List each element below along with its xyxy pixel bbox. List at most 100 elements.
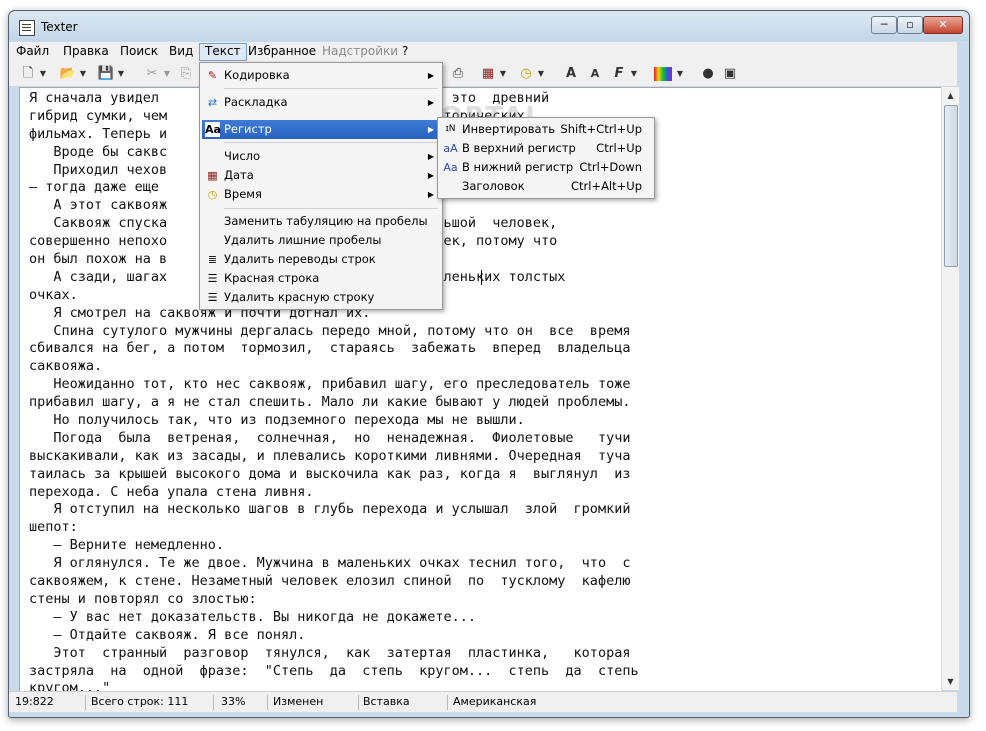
menu-item-number[interactable]: Число ▶ [202, 147, 440, 166]
menu-separator [224, 142, 438, 143]
menu-item-layout[interactable]: ⇄ Раскладка ▶ [202, 93, 440, 112]
chevron-down-icon[interactable]: ▼ [499, 65, 507, 83]
menu-item-label: Кодировка [224, 68, 290, 82]
close-button[interactable]: ✕ [923, 16, 963, 34]
menu-item-date[interactable]: ▦ Дата ▶ [202, 166, 440, 185]
layout-icon: ⇄ [207, 96, 218, 109]
window-icon[interactable]: ▣ [721, 65, 739, 83]
chevron-down-icon[interactable]: ▼ [39, 65, 47, 83]
chevron-right-icon: ▶ [427, 190, 434, 199]
menu-item-title-case[interactable]: Заголовок Ctrl+Alt+Up [440, 177, 652, 196]
chevron-down-icon[interactable]: ▼ [676, 65, 684, 83]
text-cursor [481, 270, 482, 285]
menu-help[interactable]: ? [397, 44, 413, 60]
menu-file[interactable]: Файл [11, 44, 54, 60]
save-icon[interactable]: 💾 [97, 65, 115, 83]
menu-item-label: Красная строка [224, 271, 320, 285]
status-modified: Изменен [269, 695, 359, 710]
minimize-button[interactable]: ─ [871, 16, 897, 34]
case-submenu: ɪN Инвертировать Shift+Ctrl+Up aA В верх… [437, 117, 655, 199]
menu-item-shortcut: Ctrl+Down [579, 160, 642, 174]
text-line[interactable]: – Отдайте саквояж. Я все понял. [29, 627, 639, 645]
menu-search[interactable]: Поиск [115, 44, 163, 60]
menu-item-lowercase[interactable]: Aa В нижний регистр Ctrl+Down [440, 158, 652, 177]
menu-bar: Файл Правка Поиск Вид Текст Избранное На… [9, 42, 957, 62]
vertical-scrollbar[interactable]: ▲ ▼ [941, 87, 959, 690]
text-line[interactable]: саквояжа. [29, 358, 639, 376]
text-line[interactable]: Я оглянулся. Те же двое. Мужчина в мален… [29, 555, 639, 573]
text-line[interactable]: стены и повторял со злостью: [29, 591, 639, 609]
menu-item-uppercase[interactable]: aA В верхний регистр Ctrl+Up [440, 139, 652, 158]
menu-item-label: Удалить лишние пробелы [224, 233, 382, 247]
status-insert-mode: Вставка [359, 695, 448, 710]
record-icon[interactable]: ● [699, 65, 717, 83]
text-line[interactable]: сбивался на бег, а потом тормозил, стара… [29, 340, 639, 358]
calendar-icon: ▦ [207, 169, 218, 182]
font-icon[interactable]: F [610, 65, 628, 83]
menu-item-label: Заменить табуляцию на пробелы [224, 214, 428, 228]
app-icon[interactable] [19, 20, 35, 36]
text-line[interactable]: шепот: [29, 519, 639, 537]
menu-item-label: Заголовок [462, 179, 525, 193]
scroll-up-icon[interactable]: ▲ [942, 87, 959, 104]
scroll-thumb[interactable] [944, 105, 958, 267]
menu-item-remove-indent[interactable]: ☰ Удалить красную строку [202, 288, 440, 307]
chevron-down-icon[interactable]: ▼ [163, 65, 171, 83]
menu-item-label: Удалить красную строку [224, 290, 375, 304]
print-icon[interactable]: ⎙ [449, 65, 467, 83]
encoding-icon: ✎ [207, 69, 218, 82]
chevron-down-icon[interactable]: ▼ [630, 65, 638, 83]
menu-edit[interactable]: Правка [58, 44, 114, 60]
title-bar[interactable]: Texter ─ ▫ ✕ [9, 11, 969, 41]
lowercase-icon: Aa [443, 161, 458, 174]
menu-item-invert-case[interactable]: ɪN Инвертировать Shift+Ctrl+Up [440, 120, 652, 139]
menu-item-encoding[interactable]: ✎ Кодировка ▶ [202, 66, 440, 85]
copy-icon[interactable]: ⎘ [177, 65, 195, 83]
menu-item-tabs-to-spaces[interactable]: Заменить табуляцию на пробелы [202, 212, 440, 231]
text-line[interactable]: Я отступил на несколько шагов в глубь пе… [29, 501, 639, 519]
menu-view[interactable]: Вид [164, 44, 198, 60]
maximize-button[interactable]: ▫ [897, 16, 923, 34]
text-line[interactable]: выскакивали, как из засады, и плевались … [29, 448, 639, 466]
menu-item-label: Удалить переводы строк [224, 252, 376, 266]
text-line[interactable]: – У вас нет доказательств. Вы никогда не… [29, 609, 639, 627]
text-line[interactable]: Этот странный разговор тянулся, как зате… [29, 645, 639, 663]
menu-item-shortcut: Ctrl+Up [596, 141, 642, 155]
chevron-right-icon: ▶ [427, 152, 434, 161]
text-line[interactable]: Спина сутулого мужчины дергалась передо … [29, 323, 639, 341]
text-line[interactable]: Но получилось так, что из подземного пер… [29, 412, 639, 430]
remove-indent-icon: ☰ [207, 291, 218, 304]
cut-icon[interactable]: ✂ [143, 65, 161, 83]
font-size-up-icon[interactable]: A [562, 65, 580, 83]
clock-icon[interactable]: ◷ [517, 65, 535, 83]
menu-item-label: Раскладка [224, 95, 288, 109]
color-palette-icon[interactable] [654, 67, 672, 81]
open-icon[interactable]: 📂 [59, 65, 77, 83]
font-size-down-icon[interactable]: A [586, 65, 604, 83]
text-line[interactable]: – Верните немедленно. [29, 537, 639, 555]
menu-item-remove-extra-spaces[interactable]: Удалить лишние пробелы [202, 231, 440, 250]
menu-item-label: В верхний регистр [462, 141, 576, 155]
menu-item-shortcut: Ctrl+Alt+Up [570, 179, 642, 193]
text-line[interactable]: таилась за крышей высокого дома и выскоч… [29, 466, 639, 484]
menu-text[interactable]: Текст [199, 43, 247, 61]
menu-item-time[interactable]: ◷ Время ▶ [202, 185, 440, 204]
menu-item-case[interactable]: Aa Регистр ▶ [202, 120, 440, 139]
chevron-down-icon[interactable]: ▼ [117, 65, 125, 83]
menu-item-indent[interactable]: ☰ Красная строка [202, 269, 440, 288]
scroll-down-icon[interactable]: ▼ [942, 673, 959, 690]
text-line[interactable]: прибавил шагу, а я не стал спешить. Мало… [29, 394, 639, 412]
text-line[interactable]: перехода. С неба упала стена ливня. [29, 484, 639, 502]
text-line[interactable]: Неожиданно тот, кто нес саквояж, прибави… [29, 376, 639, 394]
text-line[interactable]: застряла на одной фразе: "Степь да степь… [29, 663, 639, 681]
minimize-icon: ─ [880, 18, 888, 31]
text-line[interactable]: саквояжем, к стене. Незаметный человек е… [29, 573, 639, 591]
chevron-down-icon[interactable]: ▼ [79, 65, 87, 83]
menu-addons[interactable]: Надстройки [317, 44, 403, 60]
new-icon[interactable]: 🗋 [19, 65, 37, 83]
calendar-icon[interactable]: ▦ [479, 65, 497, 83]
chevron-down-icon[interactable]: ▼ [537, 65, 545, 83]
menu-item-remove-linebreaks[interactable]: ≣ Удалить переводы строк [202, 250, 440, 269]
menu-favorites[interactable]: Избранное [243, 44, 321, 60]
text-line[interactable]: Погода была ветреная, солнечная, но нена… [29, 430, 639, 448]
